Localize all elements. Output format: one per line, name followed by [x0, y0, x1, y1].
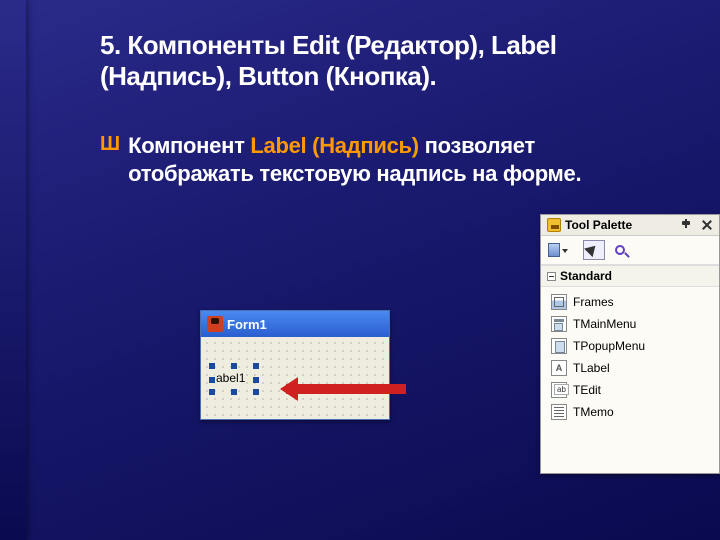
frames-icon [551, 294, 567, 310]
tool-palette[interactable]: Tool Palette Standard Frames TMainMenu T… [540, 214, 720, 474]
item-label: TEdit [573, 383, 601, 397]
pin-icon[interactable] [681, 219, 693, 231]
resize-handle[interactable] [253, 363, 259, 369]
doc-icon [548, 243, 560, 257]
form-title-text: Form1 [227, 317, 267, 332]
resize-handle[interactable] [231, 363, 237, 369]
palette-item-tmemo[interactable]: TMemo [541, 401, 719, 423]
tedit-icon [551, 382, 567, 398]
item-label: TPopupMenu [573, 339, 645, 353]
palette-section-header[interactable]: Standard [541, 265, 719, 287]
item-label: Frames [573, 295, 614, 309]
resize-handle[interactable] [231, 389, 237, 395]
item-label: TMemo [573, 405, 614, 419]
popupmenu-icon [551, 338, 567, 354]
body-pre: Компонент [128, 133, 250, 158]
form-window[interactable]: Form1 abel1 [200, 310, 390, 420]
resize-handle[interactable] [209, 363, 215, 369]
collapse-icon[interactable] [547, 272, 556, 281]
form-titlebar[interactable]: Form1 [201, 311, 389, 337]
category-dropdown[interactable] [547, 240, 569, 260]
bullet-icon: Ш [100, 132, 120, 156]
pointer-tool[interactable] [583, 240, 605, 260]
tmemo-icon [551, 404, 567, 420]
item-label: TMainMenu [573, 317, 636, 331]
palette-header[interactable]: Tool Palette [541, 215, 719, 236]
arrow-annotation [286, 384, 406, 394]
palette-icon [547, 218, 561, 232]
mainmenu-icon [551, 316, 567, 332]
palette-item-mainmenu[interactable]: TMainMenu [541, 313, 719, 335]
resize-handle[interactable] [209, 389, 215, 395]
palette-item-popupmenu[interactable]: TPopupMenu [541, 335, 719, 357]
item-label: TLabel [573, 361, 610, 375]
palette-item-tedit[interactable]: TEdit [541, 379, 719, 401]
palette-item-tlabel[interactable]: A TLabel [541, 357, 719, 379]
section-label: Standard [560, 269, 612, 283]
resize-handle[interactable] [209, 377, 215, 383]
slide: 5. Компоненты Edit (Редактор), Label (На… [0, 0, 720, 187]
body-row: Ш Компонент Label (Надпись) позволяет от… [100, 132, 660, 187]
palette-toolbar [541, 236, 719, 265]
chevron-down-icon [562, 249, 568, 256]
slide-title: 5. Компоненты Edit (Редактор), Label (На… [100, 30, 660, 92]
tlabel-icon: A [551, 360, 567, 376]
filter-icon [615, 245, 625, 255]
body-text: Компонент Label (Надпись) позволяет отоб… [128, 132, 660, 187]
palette-title: Tool Palette [565, 218, 677, 232]
resize-handle[interactable] [253, 389, 259, 395]
palette-item-frames[interactable]: Frames [541, 291, 719, 313]
label-component[interactable]: abel1 [215, 371, 246, 385]
form-app-icon [207, 316, 223, 332]
cursor-icon [584, 237, 604, 257]
body-highlight: Label (Надпись) [250, 133, 418, 158]
close-icon[interactable] [701, 219, 713, 231]
resize-handle[interactable] [253, 377, 259, 383]
palette-list: Frames TMainMenu TPopupMenu A TLabel TEd… [541, 287, 719, 427]
filter-tool[interactable] [609, 240, 631, 260]
